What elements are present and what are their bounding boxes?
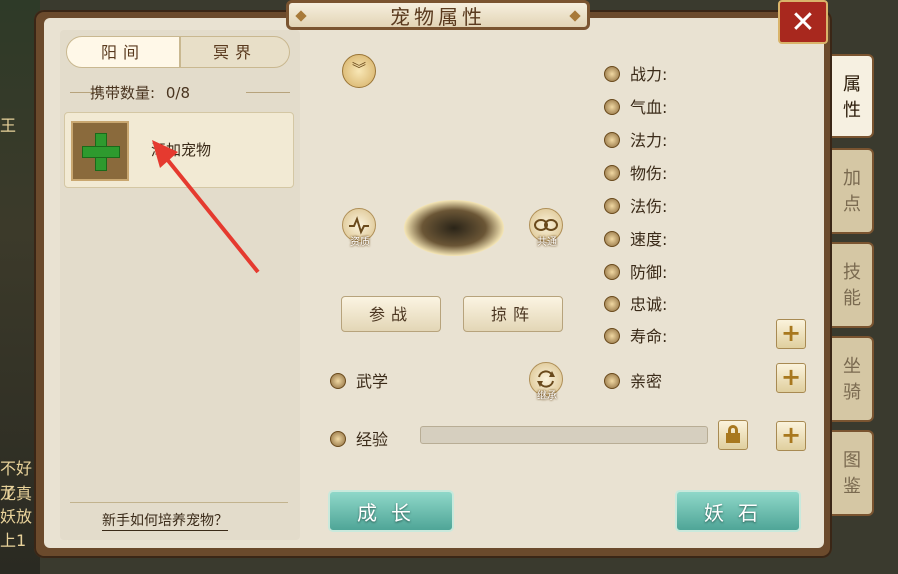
power-icon <box>604 66 620 82</box>
inherit-icon[interactable]: 继承 <box>529 362 563 402</box>
stat-label: 气血: <box>630 98 668 117</box>
pet-guide-link[interactable]: 新手如何培养宠物？ <box>102 510 228 531</box>
tab-skills[interactable]: 技能 <box>832 242 874 328</box>
add-lifespan-button[interactable]: + <box>776 319 806 349</box>
inherit-label: 继承 <box>537 391 557 402</box>
aptitude-icon[interactable]: 资质 <box>342 208 376 248</box>
side-tab-label: 坐骑 <box>843 356 861 403</box>
add-pet-icon-frame <box>71 121 129 181</box>
red-arrow-annotation <box>152 140 260 274</box>
bg-text: 上1 <box>0 531 27 550</box>
side-tab-label: 属性 <box>843 74 861 121</box>
stat-label: 战力: <box>630 65 668 84</box>
stat-label: 忠诚: <box>630 295 668 314</box>
stat-label: 速度: <box>630 230 668 249</box>
divider <box>70 502 288 503</box>
shared-icon[interactable]: 共通 <box>529 208 563 248</box>
chevron-down-icon[interactable]: ︾ <box>342 54 376 88</box>
stat-lifespan: 寿命: <box>604 323 668 346</box>
side-tab-label: 加点 <box>843 168 861 215</box>
demon-stone-button[interactable]: 妖石 <box>675 490 801 532</box>
side-tab-label: 技能 <box>843 262 861 309</box>
intimacy-row: 亲密 <box>604 368 662 392</box>
stat-power: 战力: <box>604 61 668 84</box>
stat-mana: 法力: <box>604 127 668 150</box>
close-button[interactable]: ✕ <box>778 0 828 44</box>
bg-text: 妖放 <box>0 507 33 526</box>
life-icon <box>604 328 620 344</box>
shield-icon <box>604 264 620 280</box>
stat-physical-damage: 物伤: <box>604 160 668 183</box>
side-tab-label: 图鉴 <box>843 450 861 497</box>
aptitude-label: 资质 <box>350 237 370 248</box>
formation-button[interactable]: 掠阵 <box>463 296 563 332</box>
intimacy-label: 亲密 <box>630 372 663 391</box>
ornament-icon <box>569 10 581 22</box>
drop-icon <box>604 132 620 148</box>
stat-label: 物伤: <box>630 164 668 183</box>
ornament-icon <box>295 10 307 22</box>
exp-label: 经验 <box>356 430 389 449</box>
speed-icon <box>604 231 620 247</box>
tab-attributes[interactable]: 属性 <box>832 54 874 138</box>
window-title: 宠物属性 <box>390 5 486 29</box>
stat-label: 法力: <box>630 131 668 150</box>
tab-yangjian[interactable]: 阳间 <box>66 36 180 68</box>
stat-magic-damage: 法伤: <box>604 193 668 216</box>
stat-label: 法伤: <box>630 197 668 216</box>
shared-label: 共通 <box>537 237 557 248</box>
lock-icon-body <box>726 433 740 443</box>
carry-count: 携带数量: 0/8 <box>90 82 190 103</box>
plus-icon <box>82 146 120 158</box>
close-icon: ✕ <box>790 5 816 40</box>
window-title-plate: 宠物属性 <box>286 0 590 30</box>
add-exp-button[interactable]: + <box>776 421 806 451</box>
martial-row: 武学 <box>330 368 388 392</box>
tab-mount[interactable]: 坐骑 <box>832 336 874 422</box>
carry-count-label: 携带数量: <box>90 84 156 102</box>
stat-label: 防御: <box>630 263 668 282</box>
exp-icon <box>330 431 346 447</box>
stat-hp: 气血: <box>604 94 668 117</box>
pet-list-panel <box>60 30 300 540</box>
add-intimacy-button[interactable]: + <box>776 363 806 393</box>
martial-label: 武学 <box>356 372 389 391</box>
divider <box>246 92 290 93</box>
stat-loyalty: 忠诚: <box>604 291 668 314</box>
loyalty-icon <box>604 296 620 312</box>
tab-points[interactable]: 加点 <box>832 148 874 234</box>
martial-icon <box>330 373 346 389</box>
stat-label: 寿命: <box>630 327 668 346</box>
stat-defense: 防御: <box>604 259 668 282</box>
exp-progress-bar <box>420 426 708 444</box>
battle-button[interactable]: 参战 <box>341 296 441 332</box>
bg-text: 王 <box>0 116 17 135</box>
tab-mingjie[interactable]: 冥界 <box>180 36 290 68</box>
pet-pedestal <box>404 200 504 256</box>
tab-codex[interactable]: 图鉴 <box>832 430 874 516</box>
flame-icon <box>604 198 620 214</box>
carry-count-value: 0/8 <box>165 84 190 102</box>
stat-speed: 速度: <box>604 226 668 249</box>
exp-row: 经验 <box>330 426 388 450</box>
intimacy-icon <box>604 373 620 389</box>
sword-icon <box>604 165 620 181</box>
lock-button[interactable] <box>718 420 748 450</box>
grow-button[interactable]: 成长 <box>328 490 454 532</box>
bg-text: 龙真 <box>0 484 33 503</box>
heart-icon <box>604 99 620 115</box>
